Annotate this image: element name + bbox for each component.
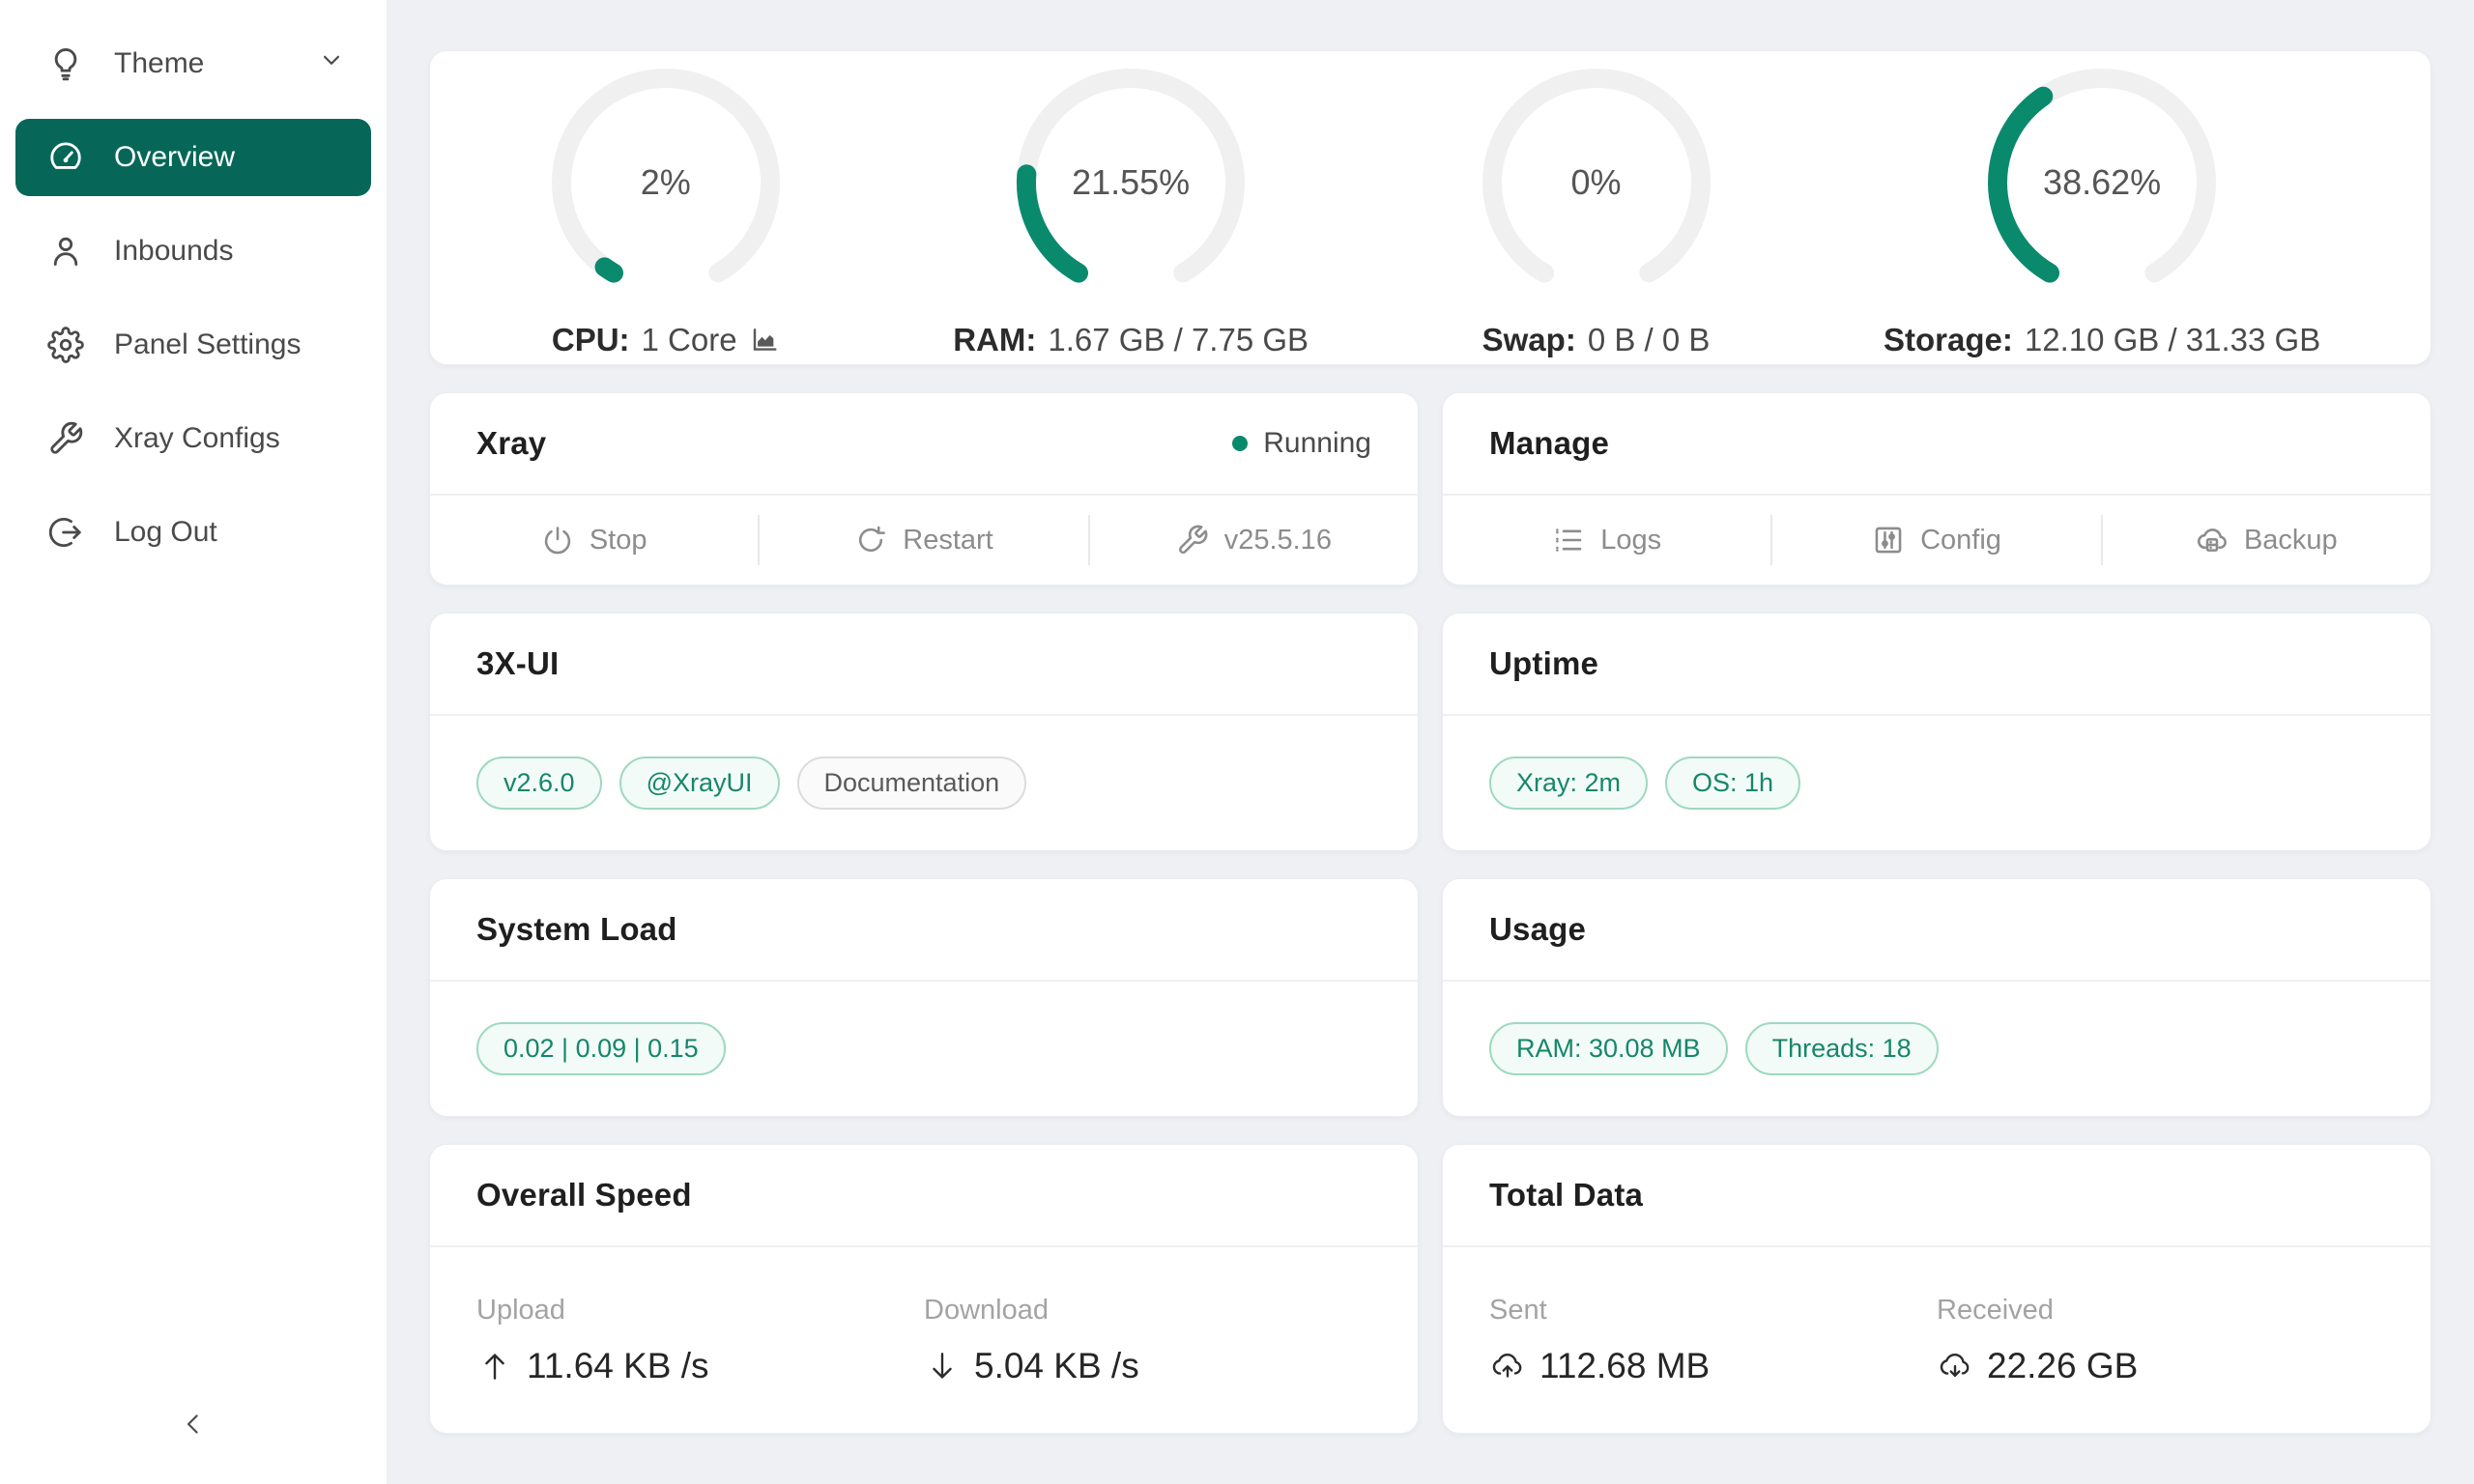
upload-value: 11.64 KB /s xyxy=(527,1346,709,1386)
telegram-tag[interactable]: @XrayUI xyxy=(619,756,780,811)
download-value: 5.04 KB /s xyxy=(974,1346,1139,1386)
config-button[interactable]: Config xyxy=(1772,496,2100,585)
manage-card-title: Manage xyxy=(1489,425,1609,462)
xray-card: Xray Running Stop xyxy=(429,392,1419,585)
sidebar-item-panel-settings[interactable]: Panel Settings xyxy=(15,306,371,384)
overall-speed-card: Overall Speed Upload 11.64 KB /s Downl xyxy=(429,1144,1419,1434)
upload-speed-stat: Upload 11.64 KB /s xyxy=(476,1295,924,1386)
main-content: 2% CPU: 1 Core xyxy=(387,0,2474,1484)
documentation-tag[interactable]: Documentation xyxy=(797,756,1027,811)
restart-icon xyxy=(854,524,887,556)
total-data-card: Total Data Sent 112.68 MB xyxy=(1442,1144,2431,1434)
system-load-card: System Load 0.02 | 0.09 | 0.15 xyxy=(429,878,1419,1117)
uptime-card: Uptime Xray: 2m OS: 1h xyxy=(1442,613,2431,851)
arrow-up-icon xyxy=(476,1348,513,1384)
storage-gauge: 38.62% Storage: 12.10 GB / 31.33 GB xyxy=(1884,57,2320,358)
xray-status: Running xyxy=(1232,427,1371,460)
sidebar-item-theme[interactable]: Theme xyxy=(15,25,371,102)
sidebar-item-label: Panel Settings xyxy=(114,328,301,361)
swap-label: Swap: 0 B / 0 B xyxy=(1482,322,1711,358)
download-speed-stat: Download 5.04 KB /s xyxy=(924,1295,1371,1386)
xray-restart-button[interactable]: Restart xyxy=(760,496,1087,585)
status-dot xyxy=(1232,436,1248,451)
logout-icon xyxy=(46,513,85,552)
backup-button[interactable]: Backup xyxy=(2103,496,2431,585)
ram-gauge: 21.55% RAM: 1.67 GB / 7.75 GB xyxy=(953,57,1309,358)
wrench-icon xyxy=(46,419,85,458)
manage-card: Manage Logs xyxy=(1442,392,2431,585)
sent-data-stat: Sent 112.68 MB xyxy=(1489,1295,1937,1386)
user-icon xyxy=(46,232,85,271)
sidebar-item-label: Log Out xyxy=(114,516,217,549)
swap-gauge: 0% Swap: 0 B / 0 B xyxy=(1471,57,1722,358)
upload-label: Upload xyxy=(476,1295,924,1327)
xray-stop-button[interactable]: Stop xyxy=(430,496,758,585)
gear-icon xyxy=(46,326,85,364)
xray-version-button[interactable]: v25.5.16 xyxy=(1090,496,1418,585)
xui-card: 3X-UI v2.6.0 @XrayUI Documentation xyxy=(429,613,1419,851)
xui-card-title: 3X-UI xyxy=(476,645,559,682)
sidebar-item-log-out[interactable]: Log Out xyxy=(15,494,371,571)
status-text: Running xyxy=(1263,427,1371,460)
sidebar-item-label: Xray Configs xyxy=(114,422,280,455)
sidebar-item-label: Overview xyxy=(114,141,235,174)
ram-label: RAM: 1.67 GB / 7.75 GB xyxy=(953,322,1309,358)
load-average-tag: 0.02 | 0.09 | 0.15 xyxy=(476,1022,726,1076)
storage-label: Storage: 12.10 GB / 31.33 GB xyxy=(1884,322,2320,358)
system-load-card-title: System Load xyxy=(476,911,677,948)
overall-speed-card-title: Overall Speed xyxy=(476,1177,692,1213)
xray-card-title: Xray xyxy=(476,425,546,462)
ram-usage-tag: RAM: 30.08 MB xyxy=(1489,1022,1728,1076)
total-data-card-title: Total Data xyxy=(1489,1177,1643,1213)
usage-card: Usage RAM: 30.08 MB Threads: 18 xyxy=(1442,878,2431,1117)
sidebar-item-xray-configs[interactable]: Xray Configs xyxy=(15,400,371,477)
usage-card-title: Usage xyxy=(1489,911,1586,948)
sidebar-item-inbounds[interactable]: Inbounds xyxy=(15,213,371,290)
chevron-left-icon xyxy=(177,1408,210,1443)
list-icon xyxy=(1552,524,1585,556)
sidebar-item-label: Inbounds xyxy=(114,235,233,268)
cloud-upload-icon xyxy=(1489,1348,1526,1384)
sidebar: Theme Overview In xyxy=(0,0,387,1484)
version-tag[interactable]: v2.6.0 xyxy=(476,756,602,811)
os-uptime-tag: OS: 1h xyxy=(1665,756,1800,811)
sidebar-collapse-button[interactable] xyxy=(0,1391,387,1459)
cpu-percent: 2% xyxy=(540,57,791,308)
dashboard-gauge-icon xyxy=(46,138,85,177)
ram-percent: 21.55% xyxy=(1005,57,1256,308)
swap-percent: 0% xyxy=(1471,57,1722,308)
received-value: 22.26 GB xyxy=(1987,1346,2138,1386)
chevron-down-icon xyxy=(317,45,346,82)
lightbulb-icon xyxy=(46,44,85,83)
sliders-icon xyxy=(1872,524,1905,556)
sidebar-item-label: Theme xyxy=(114,47,204,80)
cpu-label: CPU: 1 Core xyxy=(552,322,780,358)
received-label: Received xyxy=(1937,1295,2384,1327)
arrow-down-icon xyxy=(924,1348,961,1384)
xray-uptime-tag: Xray: 2m xyxy=(1489,756,1648,811)
uptime-card-title: Uptime xyxy=(1489,645,1598,682)
sent-value: 112.68 MB xyxy=(1539,1346,1710,1386)
cloud-download-icon xyxy=(1937,1348,1973,1384)
power-icon xyxy=(541,524,574,556)
cloud-server-icon xyxy=(2196,524,2229,556)
cpu-gauge: 2% CPU: 1 Core xyxy=(540,57,791,358)
app-root: Theme Overview In xyxy=(0,0,2474,1484)
download-label: Download xyxy=(924,1295,1371,1327)
threads-usage-tag: Threads: 18 xyxy=(1745,1022,1939,1076)
system-gauges-card: 2% CPU: 1 Core xyxy=(429,50,2431,365)
sent-label: Sent xyxy=(1489,1295,1937,1327)
storage-percent: 38.62% xyxy=(1976,57,2228,308)
cpu-history-chart-icon[interactable] xyxy=(749,325,780,356)
sidebar-item-overview[interactable]: Overview xyxy=(15,119,371,196)
wrench-icon xyxy=(1176,524,1209,556)
logs-button[interactable]: Logs xyxy=(1443,496,1770,585)
received-data-stat: Received 22.26 GB xyxy=(1937,1295,2384,1386)
